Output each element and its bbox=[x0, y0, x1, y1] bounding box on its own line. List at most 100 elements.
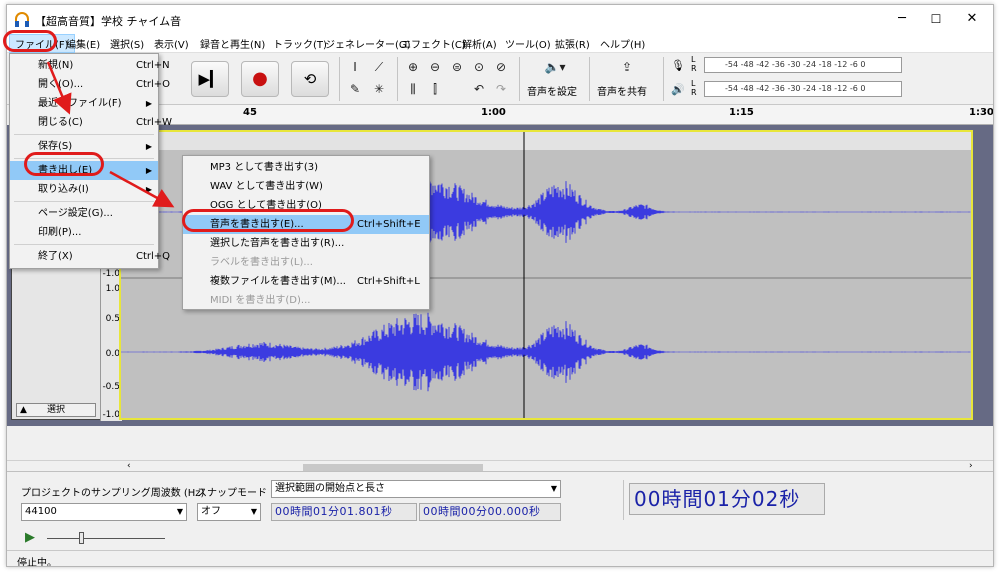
multi-tool-icon[interactable]: ✳ bbox=[369, 79, 389, 99]
scale-label: 1.0 bbox=[105, 284, 120, 294]
close-button[interactable]: ✕ bbox=[957, 9, 987, 29]
fit-project-icon[interactable]: ⊙ bbox=[469, 57, 489, 77]
play-at-speed-icon[interactable]: ▶ bbox=[25, 530, 35, 545]
menu-tracks[interactable]: トラック(T) bbox=[273, 36, 327, 51]
timeline-ruler[interactable]: 45 1:00 1:15 1:30 bbox=[93, 105, 993, 125]
redo-icon[interactable]: ↷ bbox=[491, 79, 511, 99]
toolbar-separator bbox=[397, 57, 398, 101]
envelope-tool-icon[interactable]: ⟋ bbox=[369, 57, 389, 77]
menu-record-play[interactable]: 録音と再生(N) bbox=[200, 36, 265, 51]
annotation-ellipse-export bbox=[24, 152, 104, 176]
chevron-down-icon: ▼ bbox=[250, 507, 257, 516]
ruler-tick: 1:15 bbox=[729, 107, 754, 118]
maximize-button[interactable]: ☐ bbox=[921, 9, 951, 29]
silence-icon[interactable]: ⫿ bbox=[425, 79, 445, 99]
file-menu-print[interactable]: 印刷(P)... bbox=[10, 223, 158, 242]
menu-select[interactable]: 選択(S) bbox=[110, 36, 144, 51]
zoom-out-icon[interactable]: ⊖ bbox=[425, 57, 445, 77]
toolbar-separator bbox=[663, 57, 664, 101]
file-menu-recent[interactable]: 最近のファイル(F) ▶ bbox=[10, 94, 158, 113]
export-selected-audio[interactable]: 選択した音声を書き出す(R)... bbox=[183, 234, 429, 253]
chevron-right-icon: ▶ bbox=[145, 185, 152, 194]
rate-label: プロジェクトのサンプリング周波数 (Hz) bbox=[21, 488, 205, 499]
chevron-right-icon: ▶ bbox=[145, 166, 152, 175]
toolbar-separator bbox=[339, 57, 340, 101]
file-menu-page-setup[interactable]: ページ設定(G)... bbox=[10, 204, 158, 223]
export-multiple[interactable]: 複数ファイルを書き出す(M)... Ctrl+Shift+L bbox=[183, 272, 429, 291]
export-submenu: MP3 として書き出す(3) WAV として書き出す(W) OGG として書き出… bbox=[182, 155, 430, 310]
audio-position-time[interactable]: 00時間01分02秒 bbox=[629, 483, 825, 515]
export-mp3[interactable]: MP3 として書き出す(3) bbox=[183, 158, 429, 177]
file-menu-open[interactable]: 開く(O)... Ctrl+O bbox=[10, 75, 170, 94]
scroll-left-icon[interactable]: ‹ bbox=[127, 461, 131, 471]
speed-slider-track[interactable] bbox=[47, 538, 165, 539]
loop-icon: ⟲ bbox=[303, 70, 317, 88]
trim-icon[interactable]: ⫼ bbox=[403, 79, 423, 99]
menu-separator bbox=[14, 244, 154, 245]
scroll-right-icon[interactable]: › bbox=[969, 461, 973, 471]
snap-select[interactable]: オフ ▼ bbox=[197, 503, 261, 521]
rate-select[interactable]: 44100 ▼ bbox=[21, 503, 187, 521]
audio-setup-label[interactable]: 音声を設定 bbox=[527, 83, 577, 98]
play-meter-l: L bbox=[691, 79, 696, 88]
skip-end-button[interactable]: ▶︎▎ bbox=[191, 61, 229, 97]
share-audio-label[interactable]: 音声を共有 bbox=[597, 83, 647, 98]
scale-label: -0.5 bbox=[102, 382, 120, 392]
minimize-button[interactable]: ─ bbox=[887, 9, 917, 29]
recording-meter[interactable]: -54 -48 -42 -36 -30 -24 -18 -12 -6 0 bbox=[704, 57, 902, 73]
selection-mode-select[interactable]: 選択範囲の開始点と長さ ▼ bbox=[271, 480, 561, 498]
menu-extra[interactable]: 拡張(R) bbox=[555, 36, 590, 51]
selection-toolbar: プロジェクトのサンプリング周波数 (Hz) 44100 ▼ スナップモード オフ ▼… bbox=[7, 471, 993, 551]
zoom-toggle-icon[interactable]: ⊘ bbox=[491, 57, 511, 77]
menu-analyze[interactable]: 解析(A) bbox=[462, 36, 497, 51]
menu-separator bbox=[14, 134, 154, 135]
toolbar-separator bbox=[519, 57, 520, 101]
status-text: 停止中。 bbox=[17, 558, 57, 567]
select-track-button[interactable]: ▲ 選択 bbox=[16, 403, 96, 417]
chevron-down-icon: ▼ bbox=[176, 507, 183, 516]
fit-selection-icon[interactable]: ⊜ bbox=[447, 57, 467, 77]
speaker-icon[interactable]: 🔈▾ bbox=[535, 57, 575, 77]
file-menu-import[interactable]: 取り込み(I) ▶ bbox=[10, 180, 158, 199]
scale-label: -1.0 bbox=[102, 269, 120, 279]
chevron-down-icon: ▼ bbox=[550, 484, 557, 493]
file-menu-exit[interactable]: 終了(X) Ctrl+Q bbox=[10, 247, 170, 266]
annotation-ellipse-export-audio bbox=[182, 209, 354, 232]
file-menu-close[interactable]: 閉じる(C) Ctrl+W bbox=[10, 113, 172, 132]
menu-generate[interactable]: ジェネレーター(G) bbox=[325, 36, 411, 51]
menu-view[interactable]: 表示(V) bbox=[154, 36, 189, 51]
draw-tool-icon[interactable]: ✎ bbox=[345, 79, 365, 99]
chevron-right-icon: ▶ bbox=[145, 99, 152, 108]
export-labels[interactable]: ラベルを書き出す(L)... bbox=[183, 253, 429, 272]
menu-tools[interactable]: ツール(O) bbox=[505, 36, 551, 51]
microphone-icon[interactable]: 🎙 bbox=[671, 59, 685, 72]
zoom-in-icon[interactable]: ⊕ bbox=[403, 57, 423, 77]
scale-label: 0.5 bbox=[105, 314, 120, 324]
export-midi[interactable]: MIDI を書き出す(D)... bbox=[183, 291, 429, 310]
speed-slider-thumb[interactable] bbox=[79, 532, 84, 544]
collapse-icon[interactable]: ▲ bbox=[20, 404, 27, 416]
toolbar-separator bbox=[623, 480, 624, 520]
selection-tool-icon[interactable]: I bbox=[345, 57, 365, 77]
export-wav[interactable]: WAV として書き出す(W) bbox=[183, 177, 429, 196]
scale-label: -1.0 bbox=[102, 410, 120, 420]
selection-start-time[interactable]: 00時間01分01.801秒 bbox=[271, 503, 417, 521]
app-window: 【超高音質】学校 チャイム音 ─ ☐ ✕ ファイル(F) 編集(E) 選択(S)… bbox=[6, 4, 994, 567]
share-icon[interactable]: ⇪ bbox=[617, 57, 637, 77]
play-at-speed: ▶ bbox=[21, 528, 201, 548]
undo-icon[interactable]: ↶ bbox=[469, 79, 489, 99]
toolbar-separator bbox=[589, 57, 590, 101]
menu-edit[interactable]: 編集(E) bbox=[66, 36, 100, 51]
ruler-tick: 1:00 bbox=[481, 107, 506, 118]
loop-button[interactable]: ⟲ bbox=[291, 61, 329, 97]
record-button[interactable]: ● bbox=[241, 61, 279, 97]
selection-length-time[interactable]: 00時間00分00.000秒 bbox=[419, 503, 561, 521]
playback-meter[interactable]: -54 -48 -42 -36 -30 -24 -18 -12 -6 0 bbox=[704, 81, 902, 97]
skip-end-icon: ▶︎▎ bbox=[198, 70, 222, 88]
file-menu-new[interactable]: 新規(N) Ctrl+N bbox=[10, 56, 170, 75]
headphones-icon bbox=[15, 12, 29, 27]
menu-help[interactable]: ヘルプ(H) bbox=[600, 36, 645, 51]
record-meter-l: L bbox=[691, 55, 696, 64]
menu-effect[interactable]: エフェクト(C) bbox=[401, 36, 466, 51]
playback-meter-icon[interactable]: 🔊 bbox=[671, 83, 685, 96]
